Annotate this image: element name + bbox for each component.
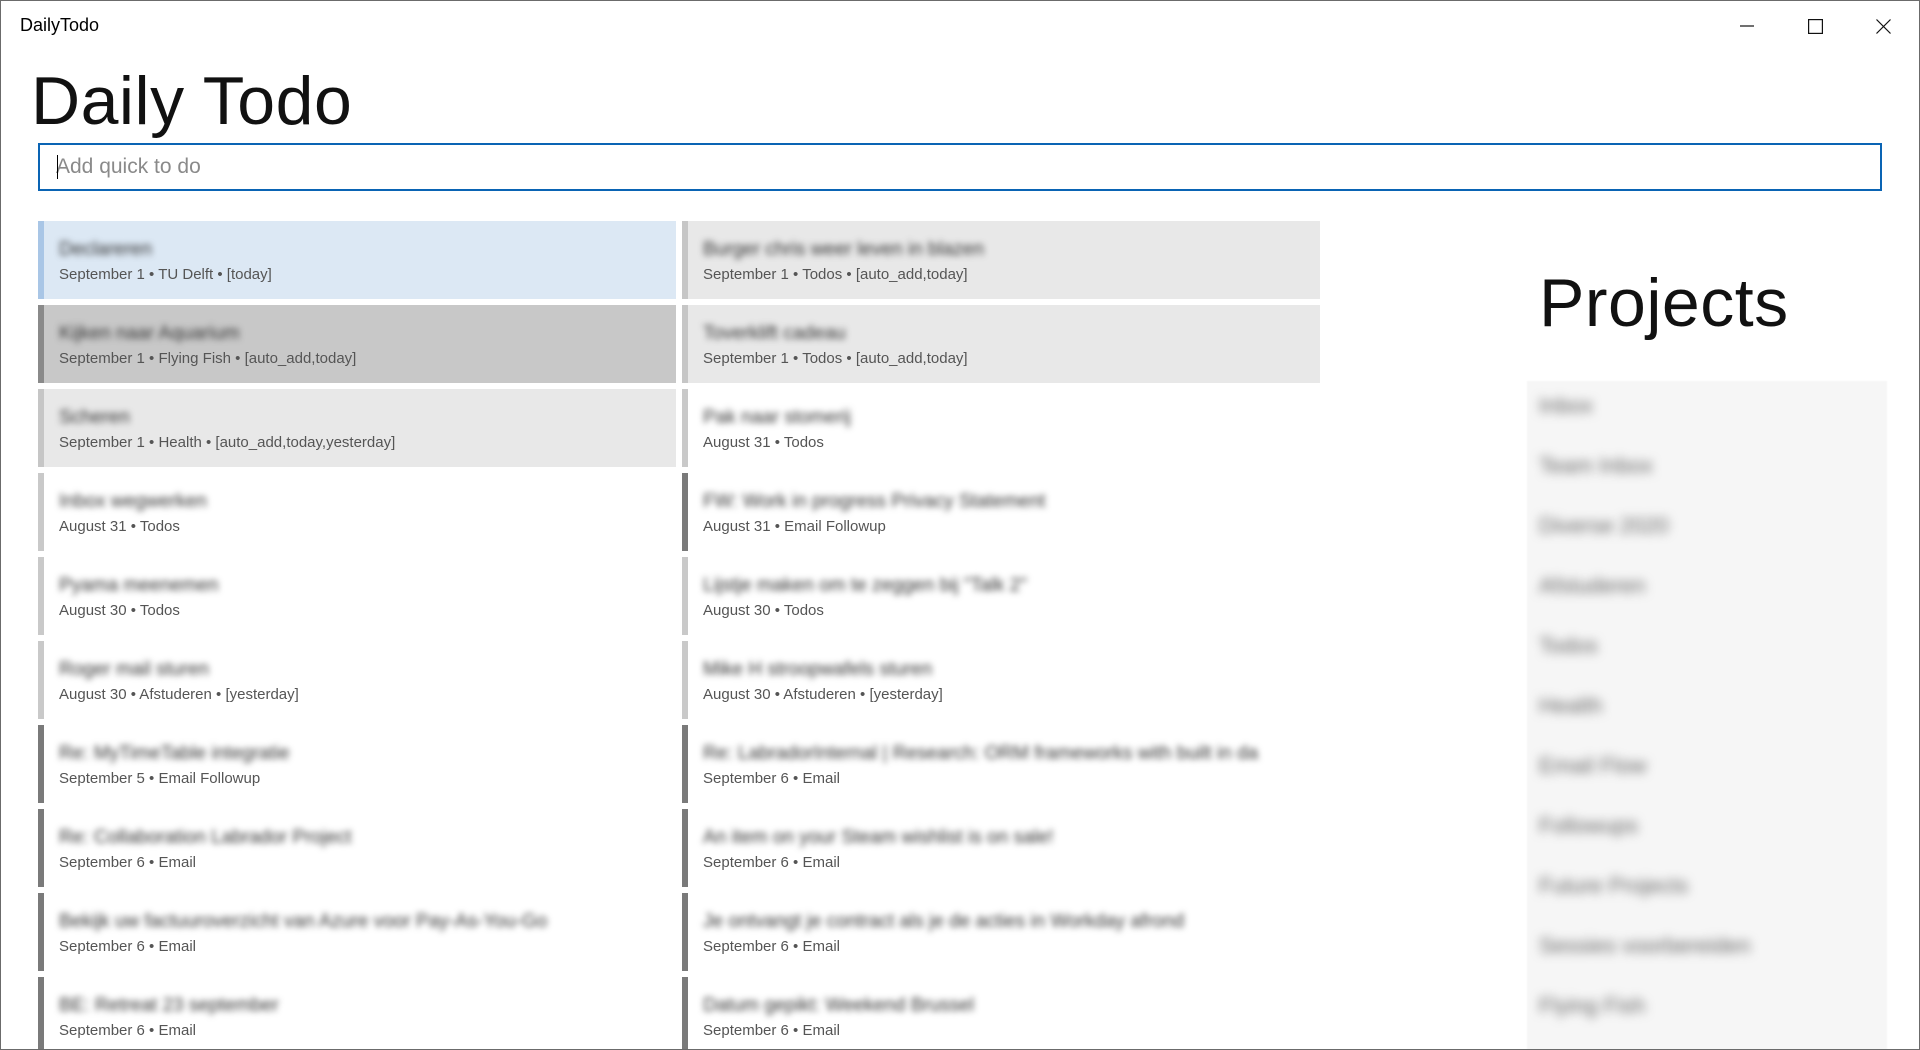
project-item[interactable]: Flying Fish [1539,993,1645,1019]
page-title: Daily Todo [31,63,353,139]
todo-title: An item on your Steam wishlist is on sal… [703,827,1054,848]
projects-title: Projects [1539,265,1789,341]
todo-card[interactable]: FW: Work in progress Privacy Statement A… [682,473,1320,551]
minimize-icon [1740,25,1754,27]
todo-meta: September 1 • TU Delft • [today] [59,266,272,283]
todo-title: Scheren [59,407,130,428]
todo-card[interactable]: Scheren September 1 • Health • [auto_add… [38,389,676,467]
project-item[interactable]: Email Flow [1539,753,1647,779]
todo-title: FW: Work in progress Privacy Statement [703,491,1046,512]
project-item[interactable]: Followups [1539,813,1638,839]
todo-title: Re: Collaboration Labrador Project [59,827,352,848]
todo-card[interactable]: BE: Retreat 23 september September 6 • E… [38,977,676,1049]
project-item[interactable]: Future Projects [1539,873,1688,899]
todo-meta: September 6 • Email [59,854,196,871]
todo-card[interactable]: Roger mail sturen August 30 • Afstuderen… [38,641,676,719]
todo-meta: August 30 • Afstuderen • [yesterday] [703,686,943,703]
todo-title: Je ontvangt je contract als je de acties… [703,911,1185,932]
todo-meta: August 31 • Todos [59,518,180,535]
todo-meta: September 1 • Todos • [auto_add,today] [703,350,968,367]
todo-meta: September 1 • Todos • [auto_add,today] [703,266,968,283]
todo-meta: August 30 • Afstuderen • [yesterday] [59,686,299,703]
todo-title: Inbox wegwerken [59,491,207,512]
todo-card[interactable]: Re: MyTimeTable integratie September 5 •… [38,725,676,803]
todo-meta: September 6 • Email [703,770,840,787]
todo-card[interactable]: Pak naar stomerij August 31 • Todos [682,389,1320,467]
todo-title: BE: Retreat 23 september [59,995,279,1016]
todo-card[interactable]: Re: LabradorInternal | Research: ORM fra… [682,725,1320,803]
maximize-button[interactable] [1781,1,1849,51]
project-item[interactable]: Diverse 2020 [1539,513,1669,539]
todo-title: Pyama meenemen [59,575,219,596]
todo-title: Re: MyTimeTable integratie [59,743,290,764]
todo-title: Declareren [59,239,152,260]
project-item[interactable]: Health [1539,693,1603,719]
quick-add-field[interactable] [38,143,1882,191]
text-caret [57,155,58,179]
todo-card[interactable]: Burger chris weer leven in blazen Septem… [682,221,1320,299]
todo-meta: September 6 • Email [59,1022,196,1039]
app-window: DailyTodo Daily Todo Declareren Septembe… [0,0,1920,1050]
close-button[interactable] [1849,1,1917,51]
todo-card[interactable]: An item on your Steam wishlist is on sal… [682,809,1320,887]
todo-meta: September 6 • Email [703,938,840,955]
todo-title: Datum gepikt: Weekend Brussel [703,995,975,1016]
close-icon [1875,18,1891,34]
todo-title: Toverklift cadeau [703,323,846,344]
todo-meta: September 1 • Health • [auto_add,today,y… [59,434,396,451]
todo-card[interactable]: Pyama meenemen August 30 • Todos [38,557,676,635]
todo-meta: September 5 • Email Followup [59,770,261,787]
todo-title: Mike H stroopwafels sturen [703,659,933,680]
todo-card[interactable]: Toverklift cadeau September 1 • Todos • … [682,305,1320,383]
projects-list: Inbox Team Inbox Diverse 2020 Afstuderen… [1527,381,1887,1049]
todo-card[interactable]: Datum gepikt: Weekend Brussel September … [682,977,1320,1049]
todo-card[interactable]: Mike H stroopwafels sturen August 30 • A… [682,641,1320,719]
todo-card[interactable]: Kijken naar Aquarium September 1 • Flyin… [38,305,676,383]
title-bar[interactable]: DailyTodo [1,1,1919,51]
todo-meta: August 31 • Todos [703,434,824,451]
todo-meta: September 6 • Email [703,1022,840,1039]
todo-title: Kijken naar Aquarium [59,323,240,344]
minimize-button[interactable] [1713,1,1781,51]
window-title: DailyTodo [20,15,100,35]
quick-add-input[interactable] [40,145,1880,189]
todo-meta: September 6 • Email [703,854,840,871]
todo-meta: September 1 • Flying Fish • [auto_add,to… [59,350,357,367]
todo-card[interactable]: Inbox wegwerken August 31 • Todos [38,473,676,551]
project-item[interactable]: Inbox [1539,393,1593,419]
todo-card[interactable]: Declareren September 1 • TU Delft • [tod… [38,221,676,299]
project-item[interactable]: Afstuderen [1539,573,1645,599]
todo-title: Re: LabradorInternal | Research: ORM fra… [703,743,1259,764]
todo-card[interactable]: Re: Collaboration Labrador Project Septe… [38,809,676,887]
todo-grid: Declareren September 1 • TU Delft • [tod… [38,221,1320,1049]
todo-card[interactable]: Je ontvangt je contract als je de acties… [682,893,1320,971]
todo-card[interactable]: Bekijk uw factuuroverzicht van Azure voo… [38,893,676,971]
todo-card[interactable]: Lijstje maken om te zeggen bij "Talk 2" … [682,557,1320,635]
todo-title: Burger chris weer leven in blazen [703,239,984,260]
todo-title: Pak naar stomerij [703,407,851,428]
todo-meta: August 30 • Todos [703,602,824,619]
maximize-icon [1807,18,1823,34]
project-item[interactable]: Team Inbox [1539,453,1653,479]
project-item[interactable]: Todos [1539,633,1598,659]
todo-title: Bekijk uw factuuroverzicht van Azure voo… [59,911,548,932]
todo-meta: August 30 • Todos [59,602,180,619]
project-item[interactable]: Sessies voorbereiden [1539,933,1751,959]
todo-meta: August 31 • Email Followup [703,518,886,535]
todo-meta: September 6 • Email [59,938,196,955]
todo-title: Roger mail sturen [59,659,209,680]
todo-title: Lijstje maken om te zeggen bij "Talk 2" [703,575,1027,596]
